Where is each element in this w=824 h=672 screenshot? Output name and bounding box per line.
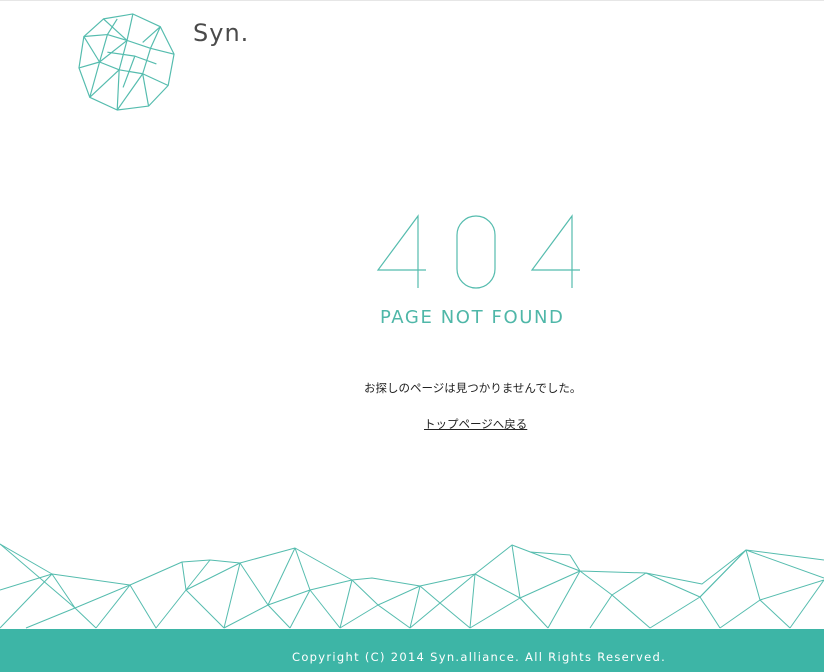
copyright-text: Copyright (C) 2014 Syn.alliance. All Rig…	[292, 650, 667, 664]
error-code-404	[376, 214, 580, 289]
polygon-mesh-decoration	[0, 543, 824, 629]
logo-icon[interactable]	[78, 13, 176, 111]
top-divider	[0, 0, 824, 1]
error-page: Syn. PAGE NOT FOUND お探しのページは見つかりませんでした。 …	[0, 0, 824, 672]
brand-name: Syn.	[193, 19, 250, 47]
back-to-top-page-link[interactable]: トップページへ戻る	[424, 416, 527, 432]
error-message: お探しのページは見つかりませんでした。	[364, 381, 582, 395]
page-not-found-title: PAGE NOT FOUND	[380, 307, 565, 328]
